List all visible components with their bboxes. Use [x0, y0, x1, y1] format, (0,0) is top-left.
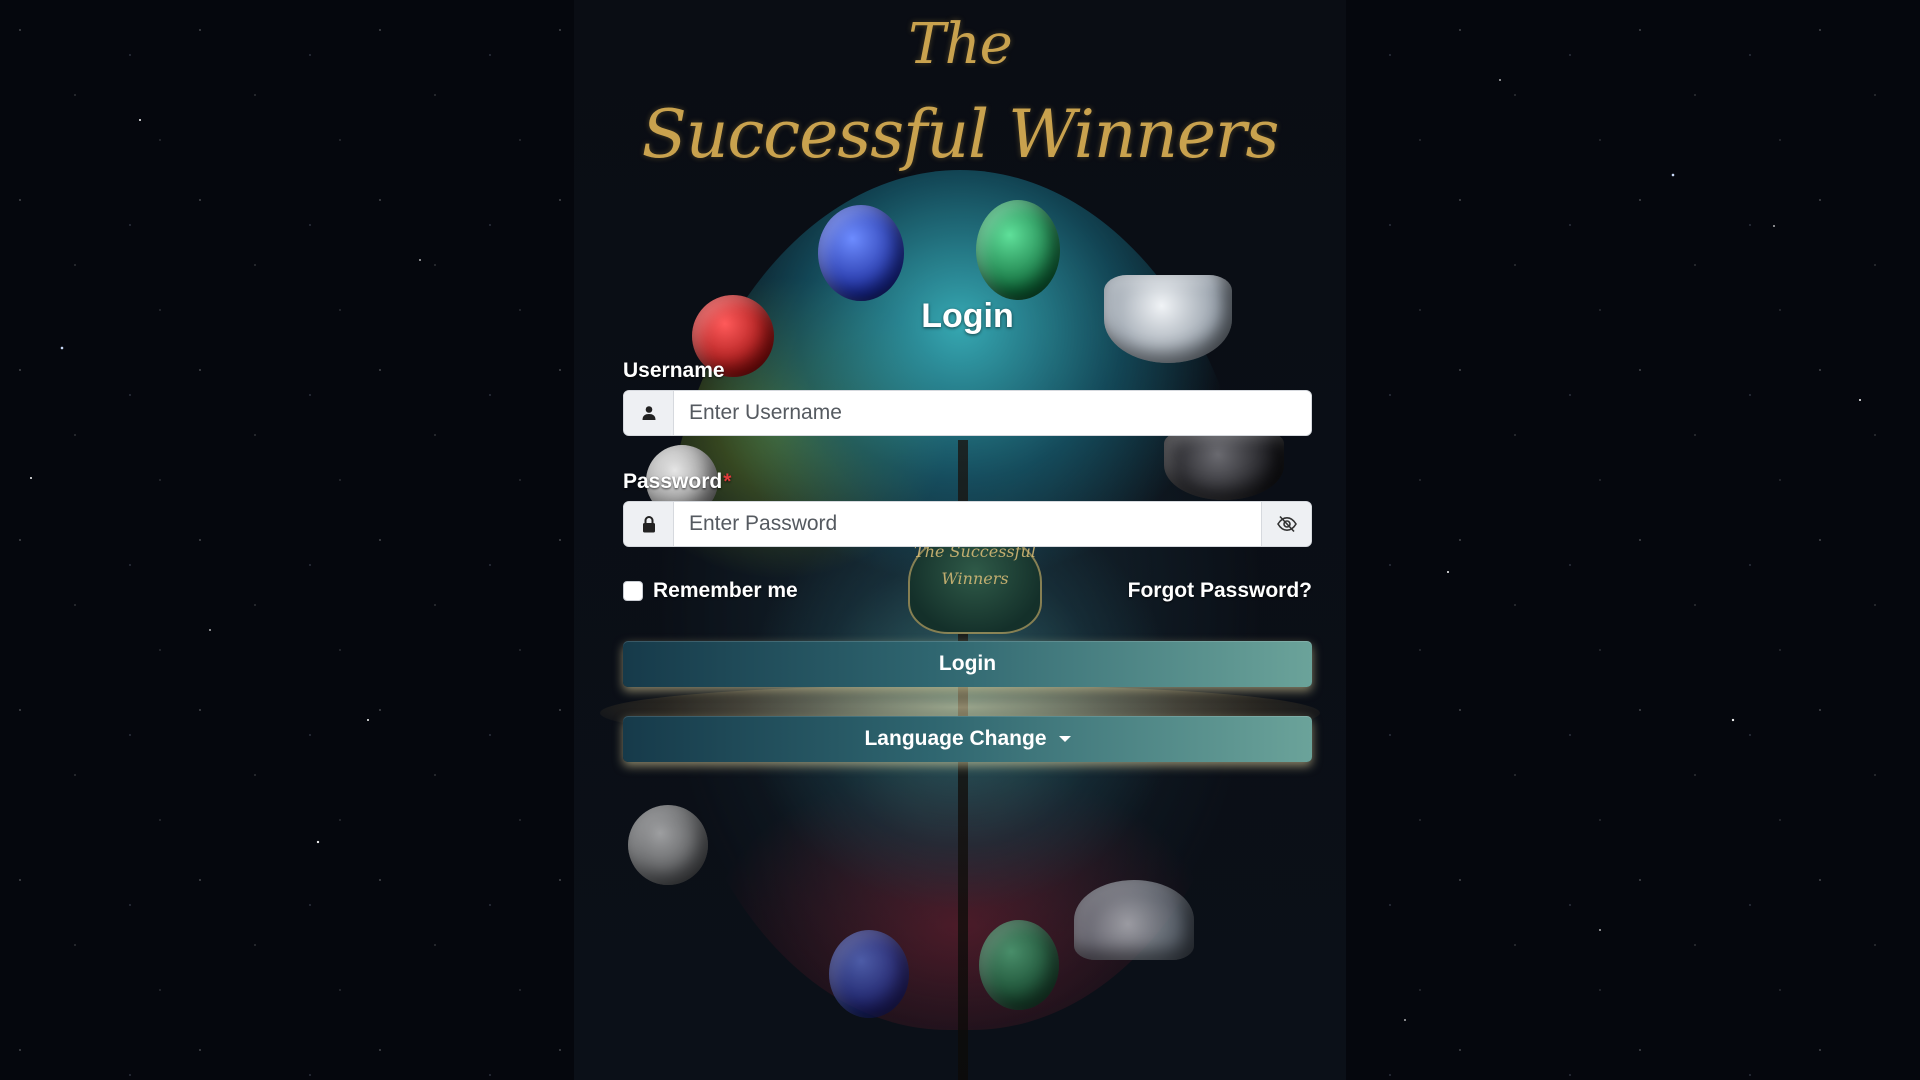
emerald-gem	[976, 200, 1060, 300]
password-input[interactable]	[674, 502, 1261, 546]
pearl-reflection	[628, 805, 708, 885]
login-button-label: Login	[938, 652, 997, 675]
required-asterisk: *	[723, 470, 732, 493]
remember-me-checkbox[interactable]	[623, 581, 643, 601]
sapphire-reflection	[829, 930, 909, 1018]
form-title: Login	[921, 297, 1014, 335]
remember-me-label[interactable]: Remember me	[653, 579, 798, 603]
password-label: Password*	[623, 469, 1312, 495]
caret-down-icon	[1058, 736, 1071, 742]
eye-slash-icon[interactable]	[1261, 502, 1311, 546]
login-button[interactable]: Login	[623, 641, 1312, 687]
remember-me: Remember me	[623, 579, 798, 603]
language-change-button[interactable]: Language Change	[623, 716, 1312, 762]
emerald-reflection	[979, 920, 1059, 1010]
forgot-password-link[interactable]: Forgot Password?	[1128, 579, 1312, 603]
password-label-text: Password	[623, 470, 723, 493]
login-form: Login Username Password*	[623, 290, 1312, 762]
lock-icon	[624, 502, 674, 546]
username-input-group	[623, 390, 1312, 436]
password-input-group	[623, 501, 1312, 547]
diamond-reflection	[1074, 880, 1194, 960]
language-change-label: Language Change	[864, 727, 1047, 750]
form-options-row: Remember me Forgot Password?	[623, 575, 1312, 607]
username-input[interactable]	[674, 391, 1311, 435]
sapphire-gem	[818, 205, 904, 301]
user-icon	[624, 391, 674, 435]
username-label: Username	[623, 359, 725, 382]
brand-title-line2: Successful Winners	[641, 96, 1280, 173]
brand-title-line1: The	[908, 12, 1013, 77]
